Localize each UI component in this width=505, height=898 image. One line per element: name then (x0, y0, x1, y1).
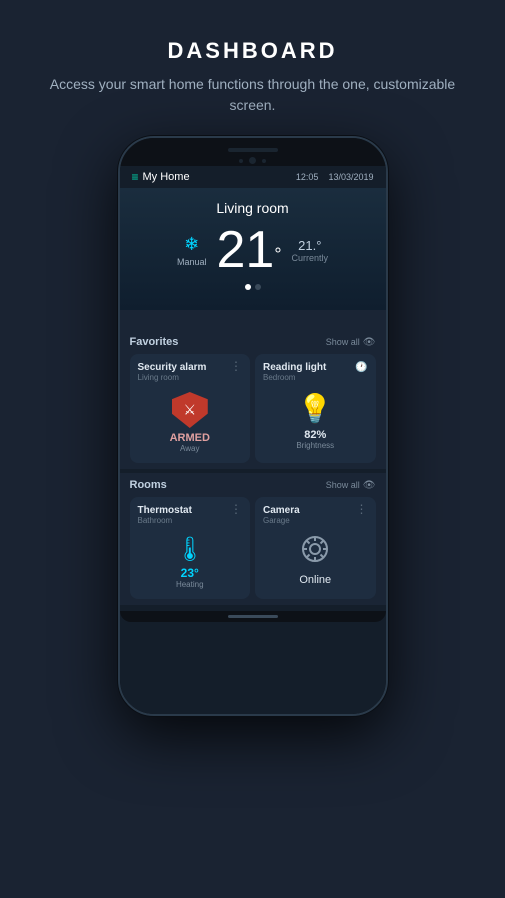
weather-mode-label: Manual (177, 257, 207, 267)
thermo-card-subtitle: Bathroom (138, 516, 231, 525)
camera-card-subtitle: Garage (263, 516, 356, 525)
wave-separator (120, 310, 386, 330)
weather-current-label: Currently (292, 253, 329, 263)
light-brightness: 82% (304, 429, 326, 441)
app-name-label: My Home (143, 171, 190, 183)
rooms-cards-grid: Thermostat Bathroom ⋮ 🌡 23° Heating (130, 497, 376, 599)
weather-widget[interactable]: Living room ❄ Manual 21° 21.° Currently (120, 188, 386, 310)
app-logo-icon: ≡ (132, 170, 139, 184)
rooms-showall[interactable]: Show all 👁 (326, 480, 376, 491)
rooms-section: Rooms Show all 👁 Thermostat Bathroom (120, 473, 386, 605)
favorites-section: Favorites Show all 👁 Security alarm Livi… (120, 330, 386, 469)
phone-camera (249, 157, 256, 164)
shield-icon: ⚔ (172, 392, 208, 428)
weather-temp-value: 21 (216, 221, 274, 279)
security-alarm-card[interactable]: Security alarm Living room ⋮ ⚔ AR (130, 354, 251, 463)
alarm-card-title: Security alarm (138, 362, 231, 373)
light-card-subtitle: Bedroom (263, 373, 356, 382)
rooms-eye-icon: 👁 (363, 480, 376, 491)
clock-icon: 🕐 (355, 362, 367, 373)
status-bar-right: 12:05 13/03/2019 (296, 172, 374, 182)
bulb-icon: 💡 (298, 392, 333, 425)
favorites-header: Favorites Show all 👁 (130, 336, 376, 348)
rooms-header: Rooms Show all 👁 (130, 479, 376, 491)
weather-left-panel: ❄ Manual (177, 234, 207, 267)
weather-dots (136, 284, 370, 290)
status-date: 13/03/2019 (328, 172, 373, 182)
phone-frame: ≡ My Home 12:05 13/03/2019 Living room ❄… (118, 136, 388, 716)
status-bar-left: ≡ My Home (132, 170, 190, 184)
page-title: DASHBOARD (168, 38, 338, 64)
camera-online-status: Online (299, 574, 331, 586)
phone-wrapper: ≡ My Home 12:05 13/03/2019 Living room ❄… (118, 136, 388, 716)
weather-room-label: Living room (136, 200, 370, 216)
thermo-card-title: Thermostat (138, 505, 231, 516)
favorites-cards-grid: Security alarm Living room ⋮ ⚔ AR (130, 354, 376, 463)
thermo-card-menu-icon[interactable]: ⋮ (230, 505, 242, 515)
status-bar: ≡ My Home 12:05 13/03/2019 (120, 166, 386, 188)
camera-card[interactable]: Camera Garage ⋮ (255, 497, 376, 599)
light-brightness-sub: Brightness (296, 441, 334, 450)
favorites-showall-label: Show all (326, 337, 360, 347)
thermo-temp: 23° (181, 566, 199, 580)
camera-card-menu-icon[interactable]: ⋮ (356, 505, 368, 515)
phone-sensor-2 (262, 159, 266, 163)
alarm-card-subtitle: Living room (138, 373, 231, 382)
page-subtitle: Access your smart home functions through… (0, 74, 505, 116)
light-card-title: Reading light (263, 362, 356, 373)
snowflake-icon: ❄ (184, 234, 199, 255)
weather-degree-symbol: ° (274, 245, 281, 265)
phone-screen: ≡ My Home 12:05 13/03/2019 Living room ❄… (120, 166, 386, 714)
favorites-showall[interactable]: Show all 👁 (326, 337, 376, 348)
phone-notch (120, 138, 386, 166)
rooms-title: Rooms (130, 479, 167, 491)
status-time: 12:05 (296, 172, 319, 182)
camera-icon (301, 535, 329, 570)
dot-inactive (255, 284, 261, 290)
thermostat-card[interactable]: Thermostat Bathroom ⋮ 🌡 23° Heating (130, 497, 251, 599)
reading-light-card[interactable]: Reading light Bedroom ⋮ 🕐 💡 82% Brightne… (255, 354, 376, 463)
weather-right-panel: 21.° Currently (292, 238, 329, 263)
phone-sensor (239, 159, 243, 163)
weather-current-temp: 21.° (298, 238, 321, 253)
thermometer-icon: 🌡 (175, 535, 205, 564)
weather-temp-display: 21° (216, 224, 281, 276)
eye-icon: 👁 (363, 337, 376, 348)
alarm-card-menu-icon[interactable]: ⋮ (230, 362, 242, 372)
rooms-showall-label: Show all (326, 480, 360, 490)
thermo-temp-sub: Heating (176, 580, 204, 589)
alarm-status: ARMED (170, 432, 210, 444)
home-bar (228, 615, 278, 618)
alarm-status-sub: Away (180, 444, 199, 453)
home-indicator (120, 611, 386, 622)
phone-speaker (228, 148, 278, 152)
dot-active (245, 284, 251, 290)
favorites-title: Favorites (130, 336, 179, 348)
camera-card-title: Camera (263, 505, 356, 516)
